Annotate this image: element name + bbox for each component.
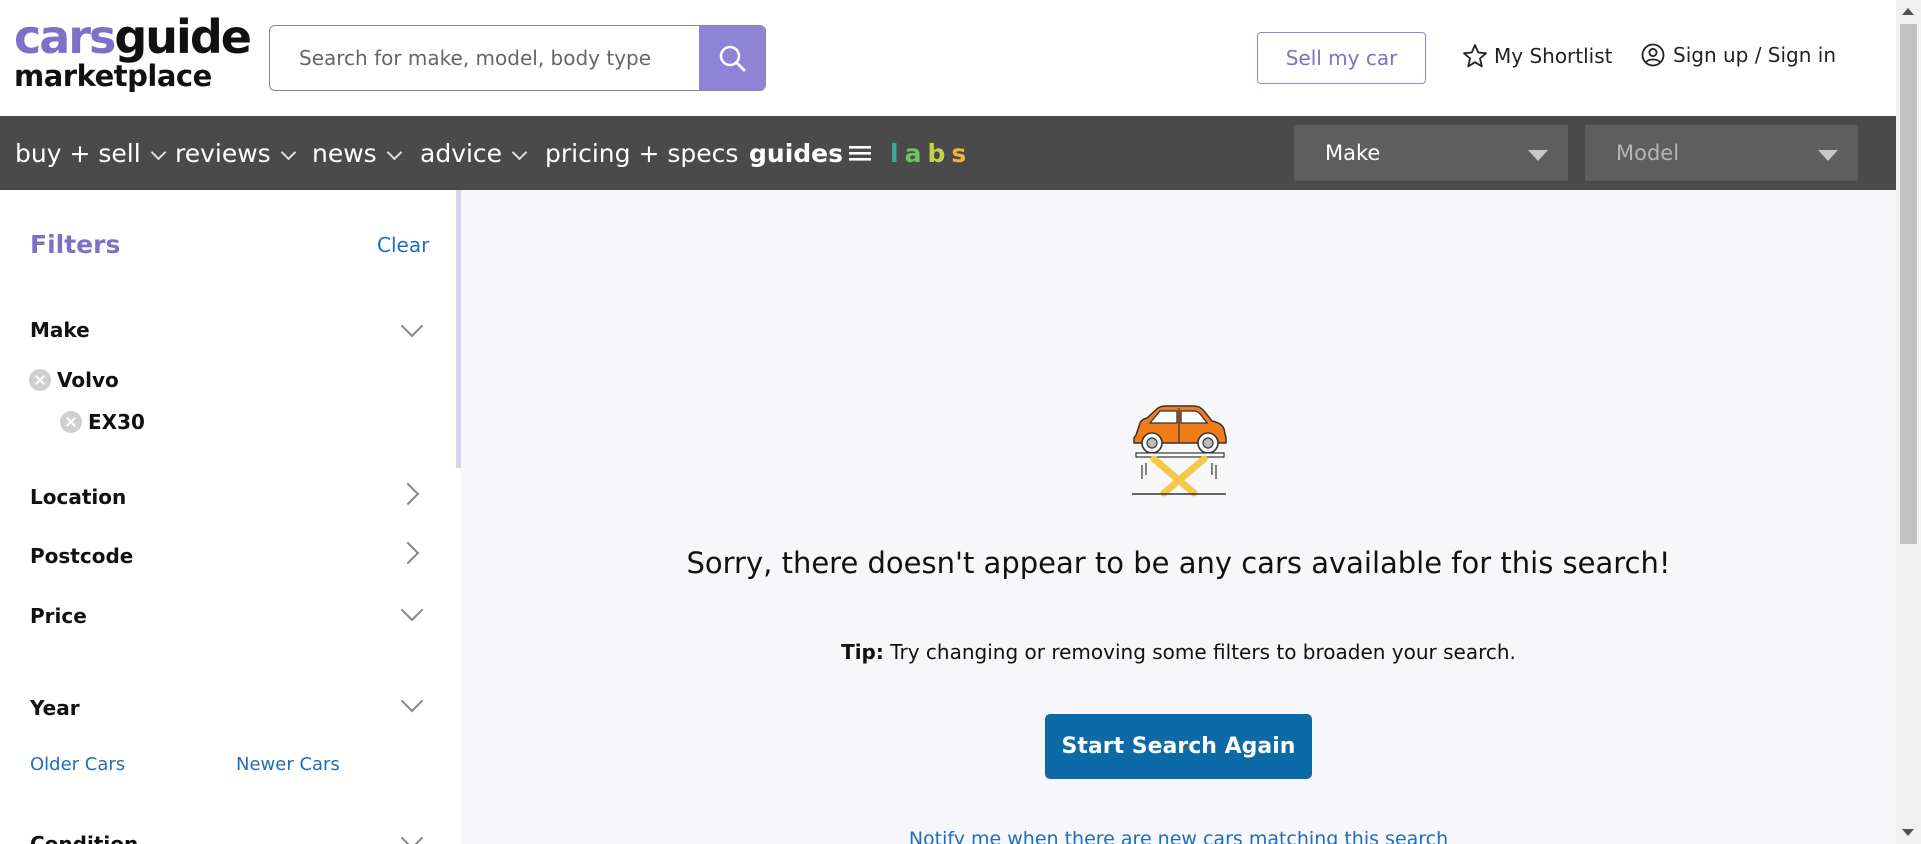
nav-guides[interactable]: guides [749,116,871,190]
page-scrollbar-thumb[interactable] [1900,24,1917,544]
year-filter-label[interactable]: Year [30,696,80,720]
older-cars-link[interactable]: Older Cars [30,754,125,775]
clear-filters-link[interactable]: Clear [377,233,429,257]
chevron-down-icon[interactable] [400,689,424,713]
logo-wordmark: carsguide [14,10,252,64]
search-icon [719,45,746,72]
chevron-down-icon[interactable] [400,314,424,338]
dropdown-arrow-icon [1528,150,1548,161]
no-results-title: Sorry, there doesn't appear to be any ca… [686,546,1671,580]
location-filter-label[interactable]: Location [30,485,126,509]
dropdown-arrow-icon [1818,150,1838,161]
chevron-down-icon [280,144,296,160]
sign-in-link[interactable]: Sign up / Sign in [1641,43,1836,67]
filters-title: Filters [30,230,121,259]
chevron-down-icon [386,144,402,160]
scroll-down-arrow-icon[interactable] [1902,829,1914,836]
chevron-right-icon[interactable] [396,482,420,506]
remove-icon[interactable] [60,411,82,433]
newer-cars-link[interactable]: Newer Cars [236,754,340,775]
scroll-up-arrow-icon[interactable] [1902,8,1914,15]
remove-icon[interactable] [29,369,51,391]
model-select[interactable]: Model [1585,125,1858,181]
nav-labs[interactable]: labs [890,116,966,190]
make-chip-volvo: Volvo [29,368,119,392]
main-nav: buy + sell reviews news advice pricing +… [0,116,1896,190]
postcode-filter-label[interactable]: Postcode [30,544,133,568]
start-search-again-button[interactable]: Start Search Again [1045,714,1312,779]
nav-news[interactable]: news [312,116,402,190]
price-filter-label[interactable]: Price [30,604,87,628]
search-button[interactable] [699,26,765,90]
shortlist-label: My Shortlist [1494,44,1613,68]
car-on-lift-icon [1132,405,1227,497]
chevron-down-icon [150,144,166,160]
chevron-right-icon[interactable] [396,541,420,565]
sell-my-car-button[interactable]: Sell my car [1257,32,1426,84]
user-icon [1641,43,1665,67]
signin-label: Sign up / Sign in [1673,43,1837,67]
model-chip-ex30: EX30 [60,410,145,434]
tip-text: Tip: Try changing or removing some filte… [841,640,1516,664]
make-filter-label[interactable]: Make [30,318,90,342]
chevron-down-icon [511,144,528,160]
make-select[interactable]: Make [1294,125,1568,181]
hamburger-menu-icon [849,146,871,161]
nav-buy-sell[interactable]: buy + sell [15,116,166,190]
site-header: carsguide marketplace Sell my car My Sho… [0,0,1896,116]
nav-advice[interactable]: advice [420,116,528,190]
search-input[interactable] [270,26,700,90]
notify-me-link[interactable]: Notify me when there are new cars matchi… [461,828,1896,844]
nav-pricing-specs[interactable]: pricing + specs [545,116,738,190]
star-icon [1463,44,1487,68]
my-shortlist-link[interactable]: My Shortlist [1462,43,1613,69]
carsguide-logo[interactable]: carsguide marketplace [14,10,252,93]
chevron-down-icon[interactable] [400,598,424,622]
chevron-down-icon[interactable] [400,826,424,844]
nav-reviews[interactable]: reviews [175,116,296,190]
condition-filter-label[interactable]: Condition [30,832,138,844]
search-bar [269,25,766,91]
filters-sidebar: Filters Clear Make Volvo EX30 Location P… [0,190,461,844]
logo-subtitle: marketplace [14,59,212,93]
